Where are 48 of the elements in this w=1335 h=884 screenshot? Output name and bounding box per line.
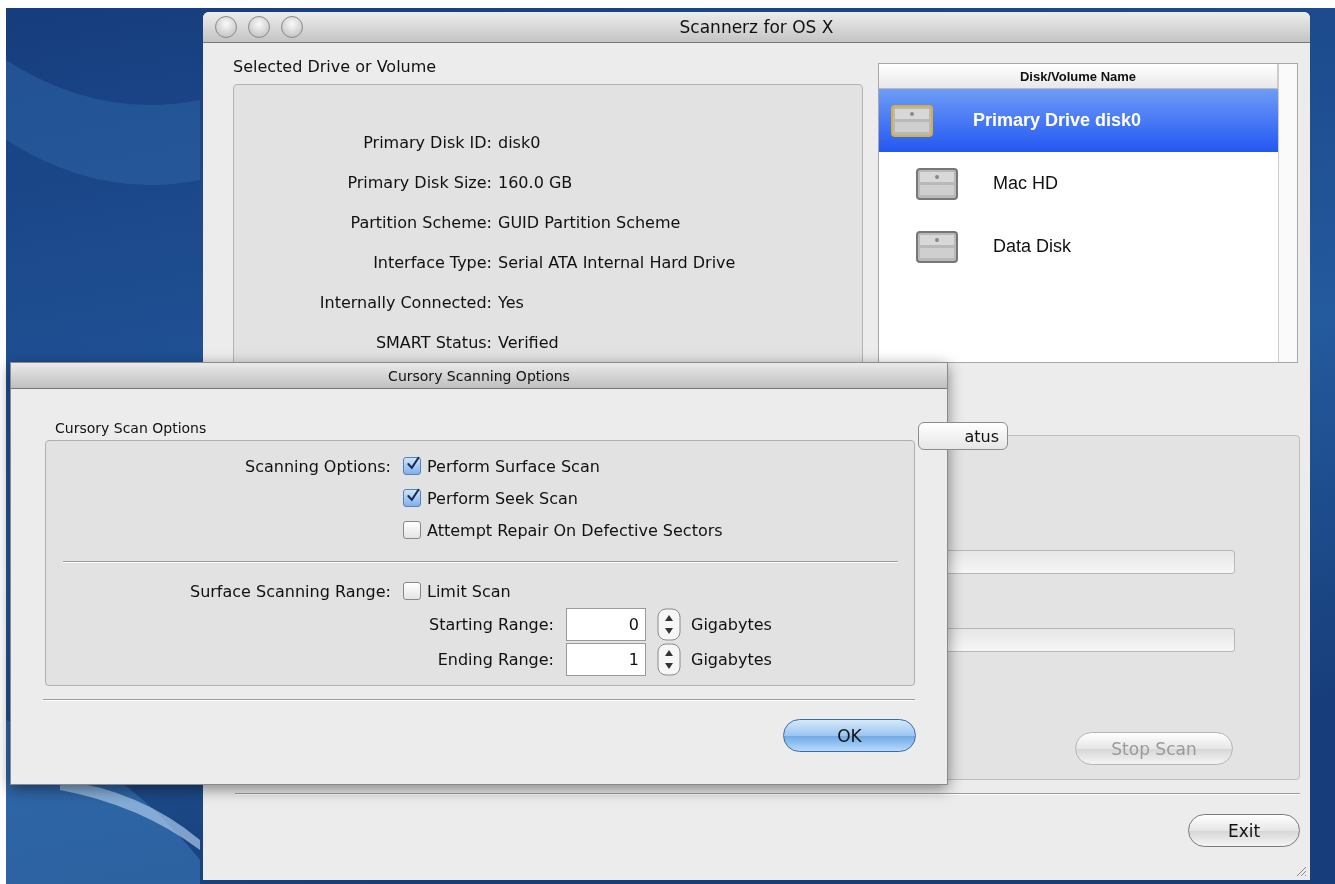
unit-label: Gigabytes — [691, 650, 772, 669]
option-label: Scanning Options: — [245, 456, 391, 476]
hard-drive-icon — [914, 165, 960, 202]
checkbox-label[interactable]: Perform Seek Scan — [427, 488, 578, 508]
minimize-button[interactable] — [248, 16, 270, 38]
field-label: Starting Range: — [428, 615, 555, 634]
checkbox-label[interactable]: Perform Surface Scan — [427, 456, 600, 476]
field-value: Serial ATA Internal Hard Drive — [498, 252, 737, 272]
checkbox[interactable] — [403, 582, 421, 600]
checkbox[interactable] — [403, 521, 421, 539]
number-field[interactable]: 1 — [566, 643, 646, 676]
section-heading: Selected Drive or Volume — [233, 57, 438, 78]
number-field[interactable]: 0 — [566, 608, 646, 641]
field-value: disk0 — [498, 132, 542, 152]
field-value: GUID Partition Scheme — [498, 212, 682, 232]
stepper[interactable] — [657, 643, 681, 676]
ok-button[interactable]: OK — [783, 719, 916, 752]
disk-list-item[interactable]: Primary Drive disk0 — [879, 89, 1278, 152]
field-label: SMART Status: — [375, 332, 492, 352]
field-value: 160.0 GB — [498, 172, 574, 192]
group-label: Cursory Scan Options — [55, 420, 208, 438]
checkbox[interactable] — [403, 489, 421, 507]
checkbox[interactable] — [403, 457, 421, 475]
close-button[interactable] — [215, 16, 237, 38]
field-label: Primary Disk Size: — [347, 172, 492, 192]
hard-drive-icon — [914, 228, 960, 265]
disk-list-item[interactable]: Mac HD — [879, 152, 1278, 215]
field-label: Primary Disk ID: — [363, 132, 492, 152]
dialog-title: Cursory Scanning Options — [388, 367, 570, 384]
hard-drive-icon — [889, 102, 935, 139]
status-tab[interactable]: atus — [918, 422, 1008, 450]
field-value: Verified — [498, 332, 560, 352]
exit-button[interactable]: Exit — [1188, 814, 1300, 847]
zoom-button[interactable] — [281, 16, 303, 38]
column-header[interactable]: Disk/Volume Name — [879, 64, 1278, 89]
window-title: Scannerz for OS X — [679, 17, 834, 37]
field-label: Internally Connected: — [319, 292, 492, 312]
field-value: Yes — [498, 292, 525, 312]
stepper[interactable] — [657, 608, 681, 641]
resize-grip-icon[interactable] — [1295, 865, 1307, 877]
field-label: Ending Range: — [436, 650, 555, 669]
checkbox-label[interactable]: Attempt Repair On Defective Sectors — [427, 520, 723, 540]
option-label: Surface Scanning Range: — [190, 581, 391, 601]
field-label: Partition Scheme: — [350, 212, 492, 232]
disk-list-item[interactable]: Data Disk — [879, 215, 1278, 278]
checkbox-label[interactable]: Limit Scan — [427, 581, 511, 601]
field-label: Interface Type: — [373, 252, 492, 272]
unit-label: Gigabytes — [691, 615, 772, 634]
